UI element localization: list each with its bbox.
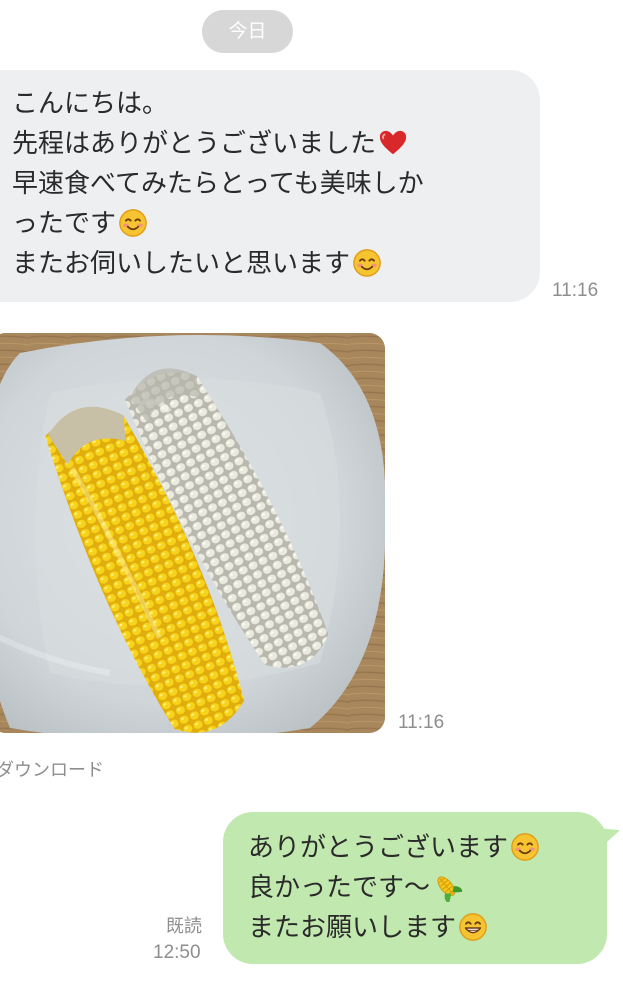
chat-thread: 今日 こんにちは。 先程はありがとうございました 早速食べてみたらとっても美味し… [0,0,623,997]
message-text: またお伺いしたいと思います [12,249,351,279]
message-line: またお願いします [248,908,607,948]
incoming-message-time: 11:16 [552,280,599,301]
photo-image [0,333,385,733]
grinning-face-icon [459,913,487,941]
smiling-face-icon [511,833,539,861]
photo-message-time: 11:16 [398,712,445,733]
message-text: 先程はありがとうございました [12,129,377,159]
message-line: ありがとうございます [248,828,607,868]
message-text: ったです [12,209,117,239]
message-line: 早速食べてみたらとっても美味しか [12,164,540,204]
message-line: 良かったです〜 [248,868,607,908]
download-link[interactable]: ダウンロード [0,756,104,782]
outgoing-bubble-tail [598,828,620,850]
message-line: またお伺いしたいと思います [12,244,540,284]
read-receipt: 既読 [166,916,202,937]
outgoing-message-bubble[interactable]: ありがとうございます 良かったです〜 またお願いします [223,812,607,964]
message-text: こんにちは。 [12,89,169,119]
smiling-face-icon [353,249,381,277]
red-heart-icon [379,130,407,155]
outgoing-message-time: 12:50 [153,942,201,963]
message-text: またお願いします [248,913,457,943]
message-line: 先程はありがとうございました [12,124,540,164]
smiling-face-icon [119,209,147,237]
corn-on-plate-photo[interactable] [0,333,385,733]
message-text: 早速食べてみたらとっても美味しか [12,169,424,199]
message-line: ったです [12,204,540,244]
message-text: 良かったです〜 [248,873,431,903]
date-separator: 今日 [202,10,293,53]
message-text: ありがとうございます [248,833,509,863]
message-line: こんにちは。 [12,84,540,124]
corn-icon [437,876,463,902]
incoming-message-bubble[interactable]: こんにちは。 先程はありがとうございました 早速食べてみたらとっても美味しか っ… [0,70,540,302]
